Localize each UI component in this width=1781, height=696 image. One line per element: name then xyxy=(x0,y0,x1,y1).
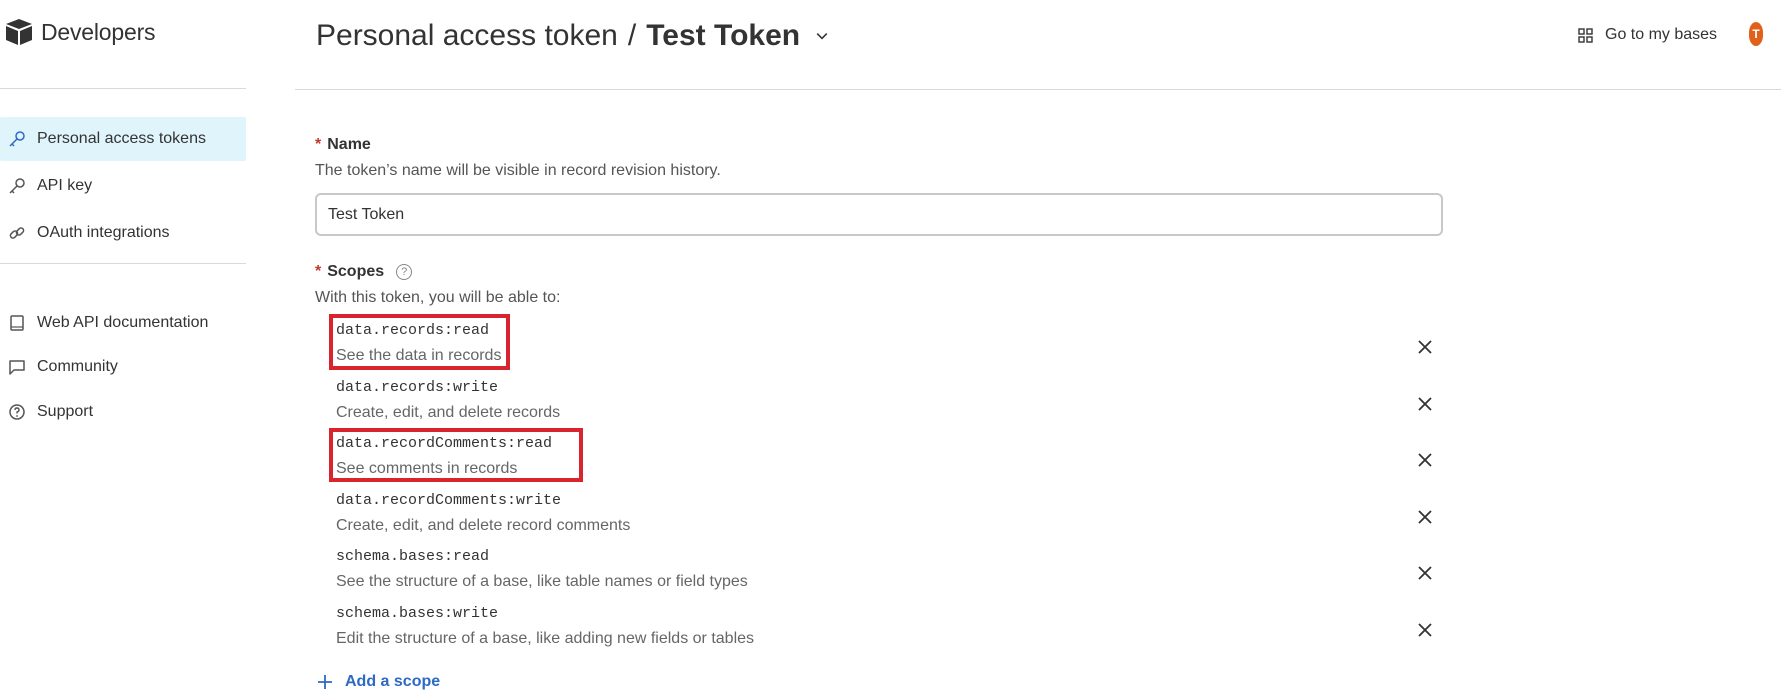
sidebar-item-label: OAuth integrations xyxy=(37,224,170,241)
sidebar-divider xyxy=(0,263,246,264)
sidebar-item-personal-access-tokens[interactable]: Personal access tokens xyxy=(0,117,246,161)
name-label-text: Name xyxy=(327,136,371,153)
page-title: Personal access token / Test Token xyxy=(316,14,834,58)
scope-code: schema.bases:write xyxy=(336,605,499,622)
link-icon xyxy=(6,222,28,244)
developers-logo[interactable]: Developers xyxy=(4,16,156,48)
scope-description: See the structure of a base, like table … xyxy=(336,573,748,590)
scope-description: Create, edit, and delete record comments xyxy=(336,517,631,534)
sidebar-item-label: Community xyxy=(37,358,118,375)
remove-scope-button[interactable] xyxy=(1413,335,1437,359)
required-mark: * xyxy=(315,136,322,153)
close-icon xyxy=(1418,566,1432,580)
sidebar-item-api-key[interactable]: API key xyxy=(0,164,246,208)
close-icon xyxy=(1418,340,1432,354)
scope-code: data.records:write xyxy=(336,379,499,396)
highlight-box xyxy=(329,428,583,482)
highlight-box xyxy=(329,314,510,370)
grid-icon xyxy=(1578,27,1593,43)
scope-row: schema.bases:read See the structure of a… xyxy=(329,548,1449,598)
sidebar-item-label: Support xyxy=(37,403,94,420)
remove-scope-button[interactable] xyxy=(1413,505,1437,529)
close-icon xyxy=(1418,453,1432,467)
close-icon xyxy=(1418,623,1432,637)
scope-code: schema.bases:read xyxy=(336,548,490,565)
scope-row: data.recordComments:write Create, edit, … xyxy=(329,492,1449,542)
sidebar-item-oauth-integrations[interactable]: OAuth integrations xyxy=(0,211,246,255)
question-icon xyxy=(6,401,28,423)
remove-scope-button[interactable] xyxy=(1413,392,1437,416)
key-icon xyxy=(6,128,28,150)
scope-description: Create, edit, and delete records xyxy=(336,404,561,421)
sidebar-item-label: Personal access tokens xyxy=(37,130,206,147)
key-icon xyxy=(6,175,28,197)
close-icon xyxy=(1418,510,1432,524)
name-label: * Name xyxy=(315,136,371,154)
required-mark: * xyxy=(315,263,322,280)
sidebar-item-label: API key xyxy=(37,177,93,194)
scopes-help-text: With this token, you will be able to: xyxy=(315,289,561,306)
sidebar-item-community[interactable]: Community xyxy=(0,345,246,389)
scope-code: data.recordComments:write xyxy=(336,492,562,509)
remove-scope-button[interactable] xyxy=(1413,618,1437,642)
go-to-my-bases-button[interactable]: Go to my bases xyxy=(1578,22,1717,48)
remove-scope-button[interactable] xyxy=(1413,561,1437,585)
help-icon[interactable]: ? xyxy=(396,264,413,280)
scope-row: data.records:write Create, edit, and del… xyxy=(329,379,1449,429)
book-icon xyxy=(6,312,28,334)
scopes-label-text: Scopes xyxy=(327,263,385,280)
sidebar-item-label: Web API documentation xyxy=(37,314,209,331)
header-divider xyxy=(295,89,1781,90)
avatar[interactable]: T xyxy=(1749,22,1763,46)
add-scope-button[interactable]: Add a scope xyxy=(317,670,440,694)
brand-name: Developers xyxy=(41,18,156,45)
scope-description: Edit the structure of a base, like addin… xyxy=(336,630,755,647)
sidebar-divider xyxy=(0,88,246,89)
scope-row: schema.bases:write Edit the structure of… xyxy=(329,605,1449,655)
token-name-input[interactable] xyxy=(315,193,1443,236)
token-name-title: Test Token xyxy=(646,19,801,52)
chat-icon xyxy=(6,356,28,378)
add-scope-label: Add a scope xyxy=(345,673,441,690)
chevron-down-icon[interactable] xyxy=(814,26,834,46)
scopes-label: * Scopes? xyxy=(315,263,413,281)
sidebar-item-web-api-documentation[interactable]: Web API documentation xyxy=(0,301,246,345)
box-logo-icon xyxy=(6,19,32,45)
remove-scope-button[interactable] xyxy=(1413,448,1437,472)
plus-icon xyxy=(318,675,332,689)
close-icon xyxy=(1418,397,1432,411)
name-help-text: The token’s name will be visible in reco… xyxy=(315,162,721,179)
breadcrumb-separator: / xyxy=(627,19,637,52)
sidebar-item-support[interactable]: Support xyxy=(0,390,246,434)
go-to-my-bases-label: Go to my bases xyxy=(1605,26,1718,43)
breadcrumb[interactable]: Personal access token xyxy=(316,19,618,53)
